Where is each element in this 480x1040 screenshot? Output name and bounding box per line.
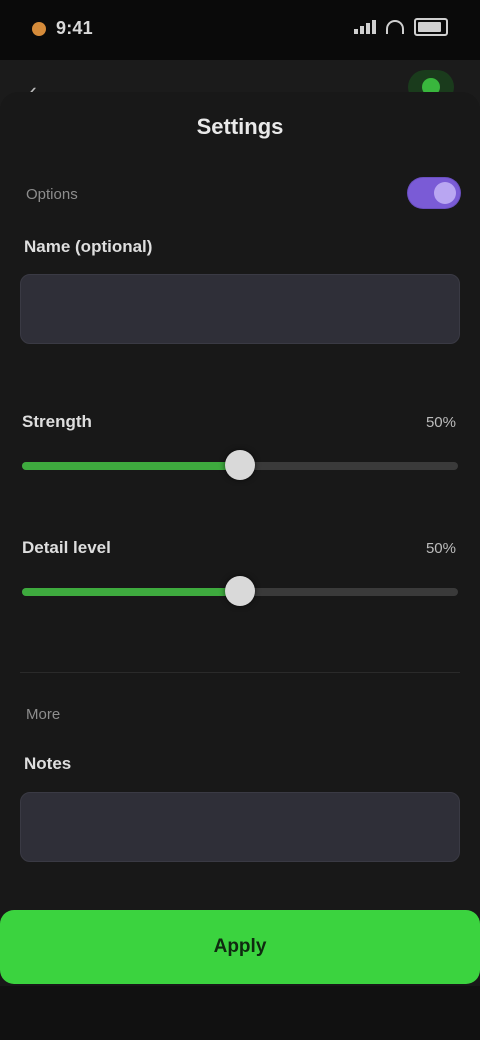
status-bar: 9:41 (0, 0, 480, 60)
strength-value: 50% (425, 414, 456, 431)
detail-slider-thumb[interactable] (225, 576, 255, 606)
status-right (354, 18, 448, 36)
bottom-safe-area (0, 986, 480, 1040)
more-label: More (26, 706, 61, 723)
notes-input[interactable] (20, 792, 460, 862)
name-input[interactable] (20, 274, 460, 344)
status-time: 9:41 (56, 18, 93, 38)
sheet-title: Settings (196, 114, 284, 139)
status-left: 9:41 (32, 18, 93, 39)
strength-slider[interactable] (22, 450, 458, 480)
section-label: Options (26, 186, 78, 203)
section-divider (20, 672, 460, 673)
detail-label: Detail level (22, 538, 111, 557)
apply-button-label: Apply (213, 936, 267, 957)
battery-icon (414, 18, 448, 36)
detail-slider[interactable] (22, 576, 458, 606)
apply-button[interactable]: Apply (0, 910, 480, 984)
strength-label: Strength (22, 412, 92, 431)
name-field-label: Name (optional) (24, 237, 153, 256)
detail-slider-fill (22, 588, 240, 596)
settings-sheet: Settings Options Name (optional) Strengt… (0, 92, 480, 1040)
strength-slider-thumb[interactable] (225, 450, 255, 480)
signal-icon (354, 20, 376, 34)
wifi-icon (386, 20, 404, 34)
detail-value: 50% (425, 540, 456, 557)
options-toggle[interactable] (408, 178, 460, 208)
strength-slider-fill (22, 462, 240, 470)
dot-icon (32, 21, 46, 36)
notes-label: Notes (24, 754, 72, 773)
